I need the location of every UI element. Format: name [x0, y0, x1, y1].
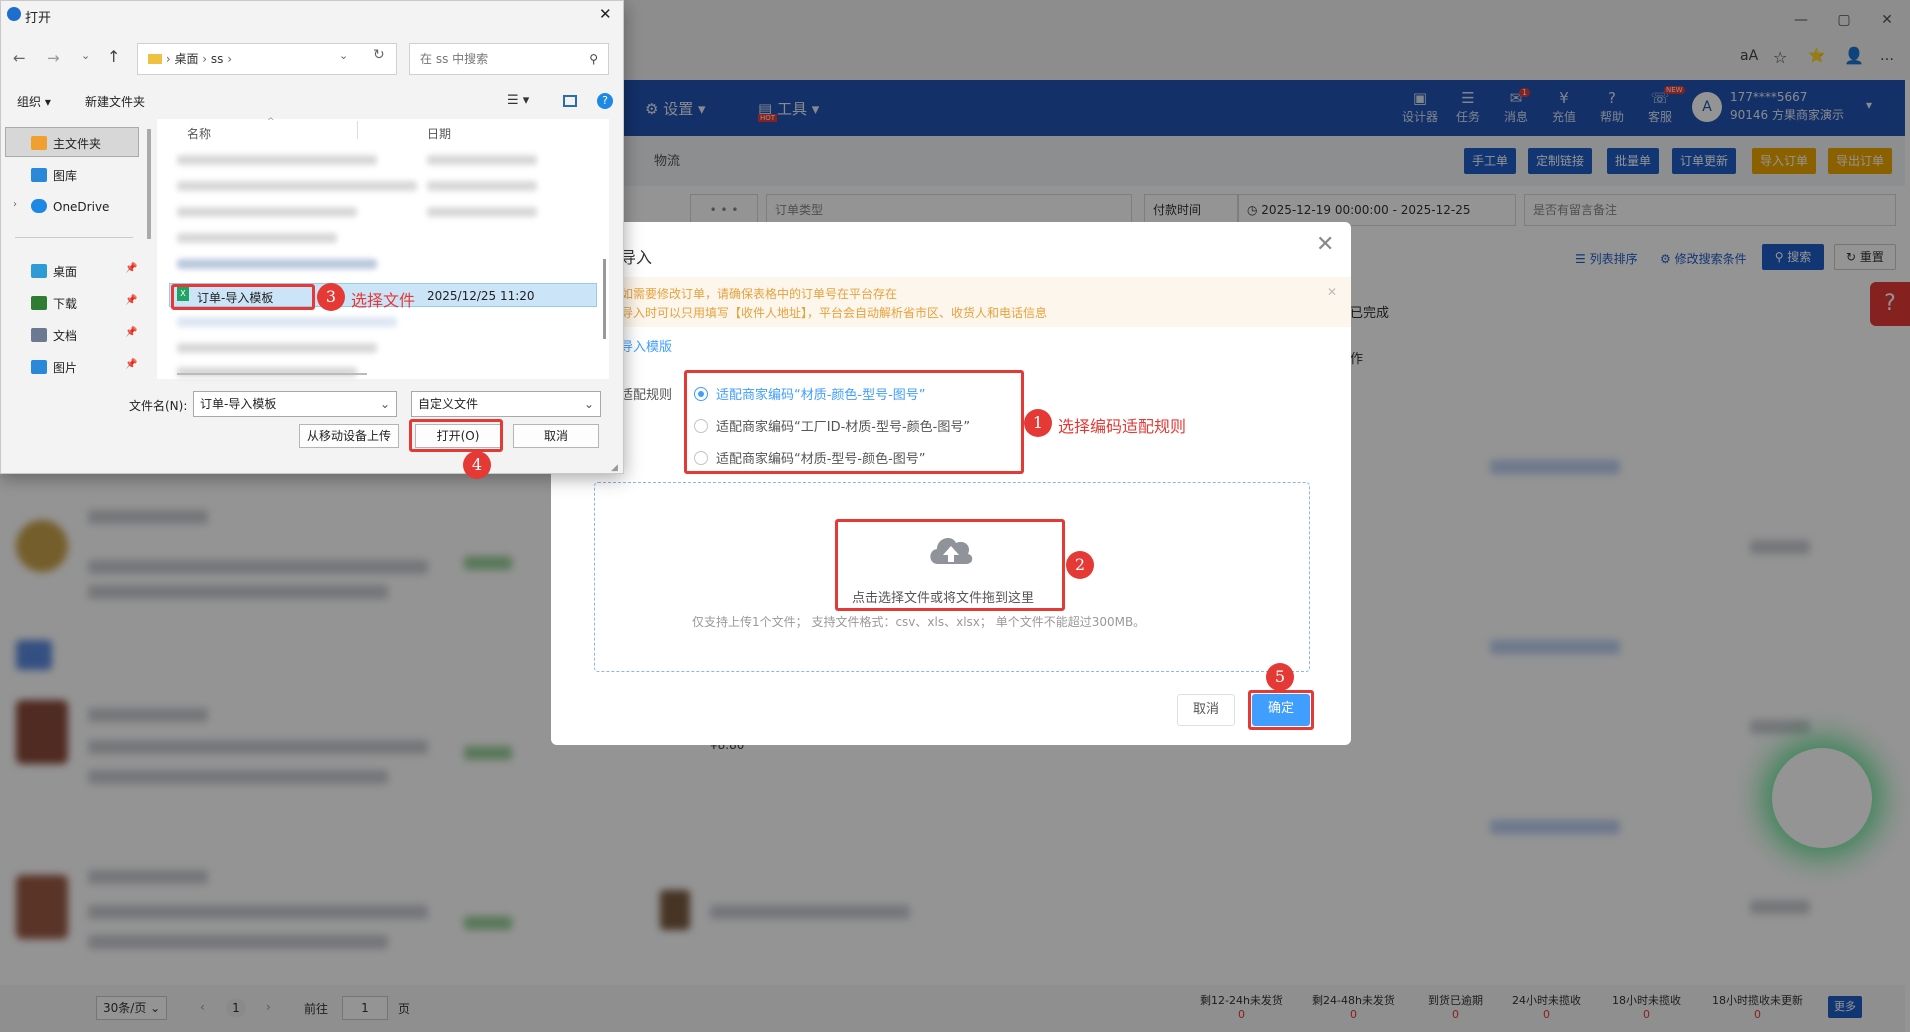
- sidebar-item-home[interactable]: 主文件夹: [31, 135, 101, 152]
- view-options-icon[interactable]: ☰ ▾: [507, 93, 529, 108]
- filename-label: 文件名(N):: [129, 399, 188, 413]
- address-bar[interactable]: › 桌面 › ss ›: [137, 43, 397, 75]
- annotation-badge-3: 3: [317, 283, 345, 311]
- sidebar-item-gallery[interactable]: 图库: [31, 167, 77, 184]
- sidebar-label: 下载: [53, 297, 78, 311]
- edge-icon: [7, 7, 21, 21]
- modal-cancel-button[interactable]: 取消: [1177, 694, 1235, 726]
- sidebar-label: 桌面: [53, 265, 78, 279]
- back-arrow-icon[interactable]: ←: [13, 49, 26, 67]
- sidebar-label: OneDrive: [53, 200, 110, 214]
- pin-icon: 📌: [125, 359, 138, 370]
- warning-banner: 如需要修改订单，请确保表格中的订单号在平台存在 导入时可以只用填写【收件人地址】…: [551, 277, 1351, 327]
- sidebar-divider: [15, 237, 133, 238]
- sidebar-label: 文档: [53, 329, 78, 343]
- sidebar-item-documents[interactable]: 文档: [31, 327, 77, 344]
- chevron-down-icon: ⌄: [379, 397, 390, 411]
- file-list: 名称 ^ 日期 X 订单-导入模板 2025/12/25 11:20: [157, 117, 609, 379]
- expand-chevron-icon[interactable]: ›: [13, 199, 17, 210]
- annotation-box-4: [409, 419, 503, 452]
- address-dropdown-icon[interactable]: ⌄: [339, 49, 348, 62]
- dialog-cancel-button[interactable]: 取消: [513, 424, 599, 448]
- folder-icon: [148, 54, 162, 64]
- file-open-dialog: 打开 ✕ ← → ⌄ ↑ › 桌面 › ss › ⌄ ↻ 在 ss 中搜索 ⚲ 组…: [0, 0, 624, 479]
- dialog-title: 打开: [25, 11, 52, 26]
- upload-from-mobile-button[interactable]: 从移动设备上传: [299, 424, 399, 448]
- help-icon[interactable]: ?: [597, 93, 613, 109]
- chevron-down-icon: ⌄: [583, 397, 594, 411]
- resize-grip-icon[interactable]: ◢: [611, 463, 618, 473]
- filename-input[interactable]: 订单-导入模板 ⌄: [193, 391, 397, 417]
- vertical-scrollbar[interactable]: [603, 259, 606, 339]
- search-placeholder: 在 ss 中搜索: [420, 52, 489, 66]
- refresh-icon[interactable]: ↻: [373, 47, 385, 63]
- desktop-icon: [31, 264, 47, 278]
- up-arrow-icon[interactable]: ↑: [107, 47, 120, 66]
- annotation-box-1: [684, 370, 1024, 474]
- document-icon: [31, 328, 47, 342]
- annotation-box-2: [835, 519, 1065, 611]
- forward-arrow-icon[interactable]: →: [47, 49, 60, 67]
- pin-icon: 📌: [125, 295, 138, 306]
- warning-close-icon[interactable]: ✕: [1327, 285, 1337, 299]
- organize-menu[interactable]: 组织 ▾: [17, 93, 51, 110]
- sidebar-label: 图片: [53, 361, 78, 375]
- warning-line1: 如需要修改订单，请确保表格中的订单号在平台存在: [621, 287, 898, 301]
- annotation-box-3: [171, 284, 315, 310]
- filetype-value: 自定义文件: [418, 397, 479, 411]
- col-name-header[interactable]: 名称: [187, 125, 211, 142]
- gallery-icon: [31, 168, 47, 182]
- sidebar-label: 主文件夹: [53, 137, 102, 151]
- breadcrumb-desktop[interactable]: 桌面: [174, 52, 198, 66]
- download-icon: [31, 296, 47, 310]
- filename-value: 订单-导入模板: [200, 397, 277, 411]
- home-icon: [31, 136, 47, 150]
- pictures-icon: [31, 360, 47, 374]
- sidebar-item-desktop[interactable]: 桌面: [31, 263, 77, 280]
- cloud-icon: [31, 199, 47, 213]
- sidebar-label: 图库: [53, 169, 78, 183]
- annotation-box-5: [1248, 690, 1314, 730]
- sidebar-scrollbar[interactable]: [147, 129, 151, 239]
- selected-file-date: 2025/12/25 11:20: [427, 289, 535, 303]
- annotation-note-1: 选择编码适配规则: [1058, 417, 1187, 436]
- breadcrumb-ss[interactable]: ss: [211, 52, 224, 66]
- annotation-note-3: 选择文件: [351, 291, 416, 310]
- warning-line2: 导入时可以只用填写【收件人地址】，平台会自动解析省市区、收货人和电话信息: [621, 306, 1048, 320]
- annotation-badge-4: 4: [463, 451, 491, 479]
- sort-up-icon: ^: [267, 117, 275, 127]
- pin-icon: 📌: [125, 263, 138, 274]
- template-link[interactable]: 导入模版: [620, 336, 672, 355]
- horizontal-scrollbar[interactable]: [177, 373, 367, 375]
- sidebar-item-pictures[interactable]: 图片: [31, 359, 77, 376]
- upload-hint: 仅支持上传1个文件； 支持文件格式：csv、xls、xlsx； 单个文件不能超过…: [692, 615, 1146, 629]
- annotation-badge-2: 2: [1066, 551, 1094, 579]
- modal-close-icon[interactable]: ✕: [1316, 232, 1334, 257]
- annotation-badge-1: 1: [1024, 409, 1052, 437]
- search-input[interactable]: 在 ss 中搜索 ⚲: [409, 43, 609, 75]
- annotation-badge-5: 5: [1266, 663, 1294, 691]
- sidebar-item-downloads[interactable]: 下载: [31, 295, 77, 312]
- filetype-select[interactable]: 自定义文件 ⌄: [411, 391, 601, 417]
- col-date-header[interactable]: 日期: [427, 125, 451, 142]
- recent-chevron-icon[interactable]: ⌄: [81, 49, 90, 62]
- pin-icon: 📌: [125, 327, 138, 338]
- new-folder-button[interactable]: 新建文件夹: [85, 93, 145, 110]
- sidebar-item-onedrive[interactable]: OneDrive: [31, 199, 109, 214]
- search-icon: ⚲: [589, 52, 598, 66]
- modal-title: 导入: [620, 248, 653, 267]
- preview-pane-icon[interactable]: [563, 95, 577, 107]
- dialog-close-icon[interactable]: ✕: [599, 5, 612, 23]
- rule-label: 适配规则: [620, 388, 673, 403]
